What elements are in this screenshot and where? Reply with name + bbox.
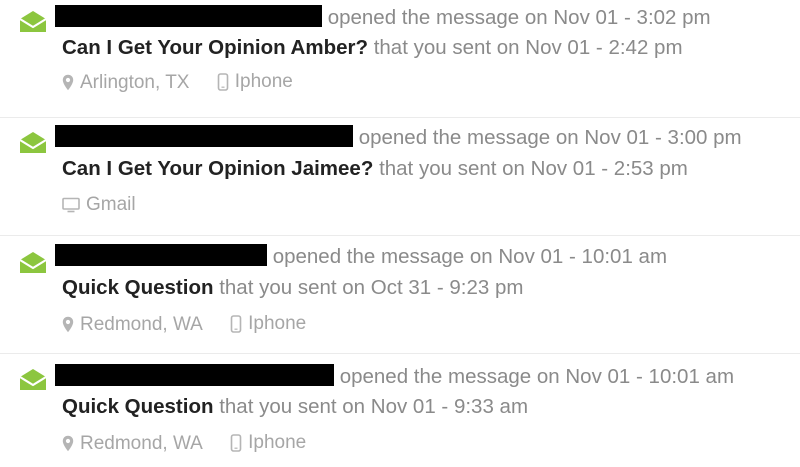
message-subject[interactable]: Can I Get Your Opinion Jaimee? bbox=[62, 157, 373, 180]
location-label: Arlington, TX bbox=[80, 71, 190, 93]
device-label: Iphone bbox=[234, 71, 293, 92]
location-label: Redmond, WA bbox=[80, 432, 203, 454]
opened-text: opened the message on Nov 01 - 3:00 pm bbox=[358, 126, 742, 149]
opened-line: opened the message on Nov 01 - 10:01 am bbox=[55, 244, 667, 270]
meta-line: Gmail bbox=[62, 192, 158, 221]
message-subject[interactable]: Quick Question bbox=[62, 395, 214, 418]
meta-line: Redmond, WA Iphone bbox=[62, 430, 328, 460]
device: Iphone bbox=[230, 430, 306, 456]
opened-envelope-icon bbox=[19, 132, 47, 153]
redacted-recipient bbox=[55, 125, 353, 147]
device-label: Iphone bbox=[248, 313, 307, 334]
sent-text: that you sent on Oct 31 - 9:23 pm bbox=[219, 276, 524, 299]
location-label: Redmond, WA bbox=[80, 313, 203, 335]
opened-envelope-icon bbox=[19, 252, 47, 273]
phone-icon bbox=[217, 73, 229, 91]
map-pin-icon bbox=[62, 316, 74, 333]
device: Iphone bbox=[230, 311, 306, 337]
opened-envelope-icon bbox=[19, 11, 47, 32]
activity-item[interactable]: opened the message on Nov 01 - 3:00 pm C… bbox=[0, 118, 800, 236]
opened-line: opened the message on Nov 01 - 3:00 pm bbox=[55, 125, 742, 151]
meta-line: Arlington, TX Iphone bbox=[62, 69, 315, 99]
sent-text: that you sent on Nov 01 - 9:33 am bbox=[219, 395, 529, 418]
message-subject[interactable]: Can I Get Your Opinion Amber? bbox=[62, 36, 368, 59]
device: Iphone bbox=[217, 69, 293, 95]
opened-text: opened the message on Nov 01 - 10:01 am bbox=[339, 365, 735, 388]
phone-icon bbox=[230, 434, 242, 452]
opened-text: opened the message on Nov 01 - 3:02 pm bbox=[327, 6, 711, 29]
phone-icon bbox=[230, 315, 242, 333]
email-open-activity-feed: opened the message on Nov 01 - 3:02 pm C… bbox=[0, 0, 800, 467]
device: Gmail bbox=[62, 192, 136, 218]
sent-line: Can I Get Your Opinion Jaimee? that you … bbox=[62, 156, 688, 182]
redacted-recipient bbox=[55, 5, 322, 27]
sent-line: Can I Get Your Opinion Amber? that you s… bbox=[62, 35, 683, 61]
location: Arlington, TX bbox=[62, 70, 189, 96]
activity-item[interactable]: opened the message on Nov 01 - 3:02 pm C… bbox=[0, 0, 800, 118]
opened-line: opened the message on Nov 01 - 3:02 pm bbox=[55, 5, 711, 31]
sent-line: Quick Question that you sent on Oct 31 -… bbox=[62, 275, 523, 301]
device-label: Gmail bbox=[86, 194, 136, 215]
sent-text: that you sent on Nov 01 - 2:42 pm bbox=[373, 36, 683, 59]
activity-item[interactable]: opened the message on Nov 01 - 10:01 am … bbox=[0, 354, 800, 467]
map-pin-icon bbox=[62, 74, 74, 91]
monitor-icon bbox=[62, 197, 80, 213]
location: Redmond, WA bbox=[62, 431, 203, 457]
location: Redmond, WA bbox=[62, 312, 203, 338]
redacted-recipient bbox=[55, 244, 267, 266]
meta-line: Redmond, WA Iphone bbox=[62, 311, 328, 341]
opened-envelope-icon bbox=[19, 369, 47, 390]
redacted-recipient bbox=[55, 364, 334, 386]
message-subject[interactable]: Quick Question bbox=[62, 276, 214, 299]
sent-text: that you sent on Nov 01 - 2:53 pm bbox=[379, 157, 688, 180]
opened-line: opened the message on Nov 01 - 10:01 am bbox=[55, 364, 734, 390]
activity-item[interactable]: opened the message on Nov 01 - 10:01 am … bbox=[0, 236, 800, 354]
opened-text: opened the message on Nov 01 - 10:01 am bbox=[272, 245, 668, 268]
device-label: Iphone bbox=[248, 432, 307, 453]
sent-line: Quick Question that you sent on Nov 01 -… bbox=[62, 394, 528, 420]
map-pin-icon bbox=[62, 435, 74, 452]
